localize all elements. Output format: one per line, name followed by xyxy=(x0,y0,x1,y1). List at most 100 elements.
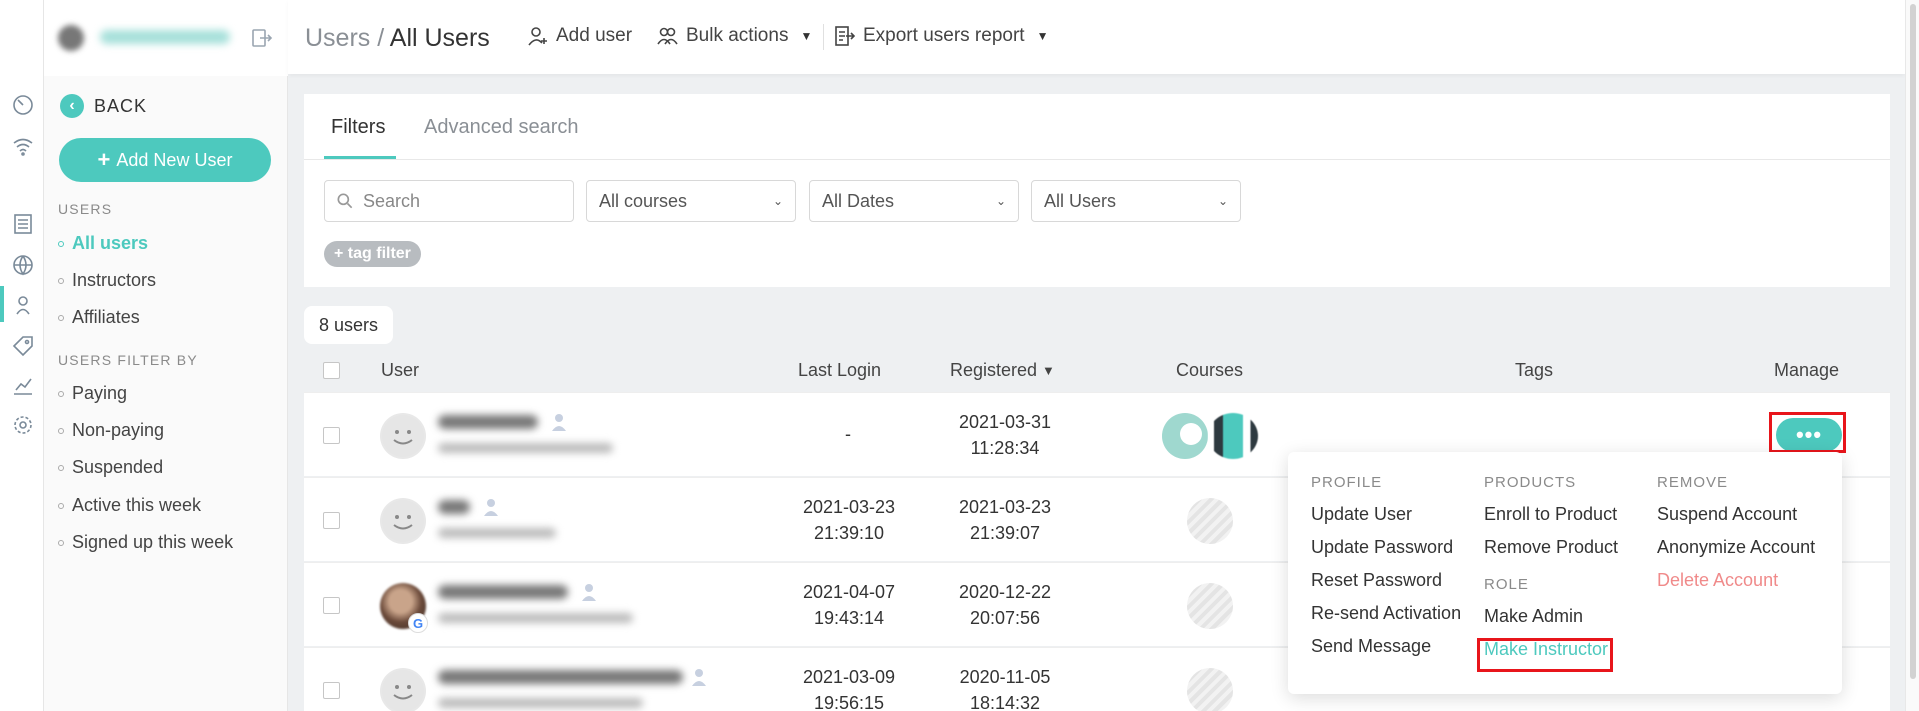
bulk-actions-button[interactable]: Bulk actions ▼ xyxy=(656,24,812,48)
export-users-report-button[interactable]: Export users report ▼ xyxy=(833,24,1048,48)
person-icon xyxy=(552,413,566,431)
user-name-redacted[interactable] xyxy=(438,585,568,599)
menu-item-resend-activation[interactable]: Re-send Activation xyxy=(1311,603,1461,636)
row-checkbox[interactable] xyxy=(323,512,340,529)
search-input[interactable] xyxy=(363,190,563,212)
scrollbar-thumb[interactable] xyxy=(1910,4,1916,679)
user-email-redacted xyxy=(438,528,556,538)
row-checkbox[interactable] xyxy=(323,597,340,614)
column-registered[interactable]: Registered ▼ xyxy=(950,360,1055,381)
last-login-date: 2021-04-07 xyxy=(802,582,896,602)
select-all-checkbox[interactable] xyxy=(323,362,340,379)
dashboard-gauge-icon[interactable] xyxy=(10,92,36,118)
dates-select[interactable]: All Dates ⌄ xyxy=(809,180,1019,222)
manage-user-button[interactable]: ••• xyxy=(1776,418,1842,452)
user-email-redacted xyxy=(438,698,643,708)
menu-item-make-instructor[interactable]: Make Instructor xyxy=(1484,639,1618,672)
add-user-icon xyxy=(528,27,547,46)
menu-column-products: PRODUCTS Enroll to Product Remove Produc… xyxy=(1484,474,1618,672)
wifi-icon[interactable] xyxy=(10,133,36,159)
last-login-value: 2021-04-07 19:43:14 xyxy=(794,579,904,631)
last-login-time: 19:56:15 xyxy=(813,693,885,711)
course-thumbnail[interactable] xyxy=(1162,413,1208,459)
bulk-actions-label: Bulk actions xyxy=(686,25,789,46)
row-checkbox[interactable] xyxy=(323,427,340,444)
analytics-icon[interactable] xyxy=(10,373,36,399)
menu-item-reset-password[interactable]: Reset Password xyxy=(1311,570,1461,603)
page-title: All Users xyxy=(389,24,490,52)
last-login-date: 2021-03-23 xyxy=(802,497,896,517)
export-users-report-label: Export users report xyxy=(863,25,1025,46)
settings-gear-icon[interactable] xyxy=(10,412,36,438)
add-new-user-button[interactable]: + Add New User xyxy=(59,138,271,182)
menu-item-enroll-to-product[interactable]: Enroll to Product xyxy=(1484,504,1618,537)
row-checkbox[interactable] xyxy=(323,682,340,699)
menu-item-update-user[interactable]: Update User xyxy=(1311,504,1461,537)
add-user-button[interactable]: Add user xyxy=(526,24,632,48)
tag-icon[interactable] xyxy=(10,333,36,359)
sidebar-item-suspended[interactable]: Suspended xyxy=(58,457,163,478)
sidebar-item-non-paying[interactable]: Non-paying xyxy=(58,420,164,441)
search-icon xyxy=(337,193,353,209)
courses-select[interactable]: All courses ⌄ xyxy=(586,180,796,222)
registered-value: 2020-12-22 20:07:56 xyxy=(950,579,1060,631)
logout-icon[interactable] xyxy=(250,26,274,50)
school-logo[interactable] xyxy=(58,25,84,51)
menu-heading-profile: PROFILE xyxy=(1311,474,1383,491)
caret-down-icon: ▼ xyxy=(1036,29,1049,43)
sidebar-item-affiliates[interactable]: Affiliates xyxy=(58,307,140,328)
tab-filters[interactable]: Filters xyxy=(331,116,385,139)
menu-item-remove-product[interactable]: Remove Product xyxy=(1484,537,1618,570)
course-thumbnail[interactable] xyxy=(1208,413,1258,459)
bulk-users-icon xyxy=(657,27,678,45)
users-filter-section-title: USERS FILTER BY xyxy=(58,352,198,368)
tab-advanced-search[interactable]: Advanced search xyxy=(424,116,579,139)
user-name-redacted[interactable] xyxy=(438,500,470,514)
sidebar-item-signed-up-this-week[interactable]: Signed up this week xyxy=(58,532,233,553)
user-email-redacted xyxy=(438,443,613,453)
bullet-icon xyxy=(58,464,64,471)
users-select-value: All Users xyxy=(1044,190,1117,211)
breadcrumb-root[interactable]: Users / xyxy=(305,24,384,52)
header-divider xyxy=(823,24,824,50)
globe-icon[interactable] xyxy=(10,252,36,278)
bullet-icon xyxy=(58,314,64,321)
menu-heading-products: PRODUCTS xyxy=(1484,474,1577,491)
menu-item-delete-account[interactable]: Delete Account xyxy=(1657,570,1815,603)
pages-icon[interactable] xyxy=(10,211,36,237)
icon-rail xyxy=(0,0,44,711)
back-button[interactable]: ‹ BACK xyxy=(60,94,147,118)
column-last-login[interactable]: Last Login xyxy=(798,360,881,381)
page-scrollbar[interactable] xyxy=(1905,0,1919,711)
menu-item-update-password[interactable]: Update Password xyxy=(1311,537,1461,570)
bullet-icon xyxy=(58,277,64,284)
last-login-value: - xyxy=(845,424,851,444)
users-select[interactable]: All Users ⌄ xyxy=(1031,180,1241,222)
users-icon[interactable] xyxy=(10,292,36,318)
tab-divider xyxy=(304,159,1890,160)
user-count-badge: 8 users xyxy=(304,306,394,344)
registered-date: 2020-11-05 xyxy=(959,667,1051,687)
menu-item-make-admin[interactable]: Make Admin xyxy=(1484,606,1618,639)
user-name-redacted[interactable] xyxy=(438,670,683,684)
registered-value: 2021-03-23 21:39:07 xyxy=(950,494,1060,546)
bullet-icon xyxy=(58,390,64,397)
user-name-redacted[interactable] xyxy=(438,415,538,429)
sidebar-item-paying[interactable]: Paying xyxy=(58,383,127,404)
menu-item-suspend-account[interactable]: Suspend Account xyxy=(1657,504,1815,537)
sidebar-item-all-users[interactable]: All users xyxy=(58,233,148,254)
plus-icon: + xyxy=(97,147,111,172)
breadcrumb: Users / All Users xyxy=(305,24,490,53)
tag-filter-button[interactable]: + tag filter xyxy=(324,241,421,267)
menu-heading-remove: REMOVE xyxy=(1657,474,1729,491)
menu-item-anonymize-account[interactable]: Anonymize Account xyxy=(1657,537,1815,570)
sidebar-item-instructors[interactable]: Instructors xyxy=(58,270,156,291)
courses-select-value: All courses xyxy=(599,190,688,211)
menu-item-send-message[interactable]: Send Message xyxy=(1311,636,1461,669)
search-field[interactable] xyxy=(324,180,574,222)
school-name-redacted xyxy=(100,30,230,44)
users-section-title: USERS xyxy=(58,201,113,217)
add-new-user-label: Add New User xyxy=(116,149,233,170)
menu-heading-role: ROLE xyxy=(1484,576,1529,593)
sidebar-item-active-this-week[interactable]: Active this week xyxy=(58,495,201,516)
